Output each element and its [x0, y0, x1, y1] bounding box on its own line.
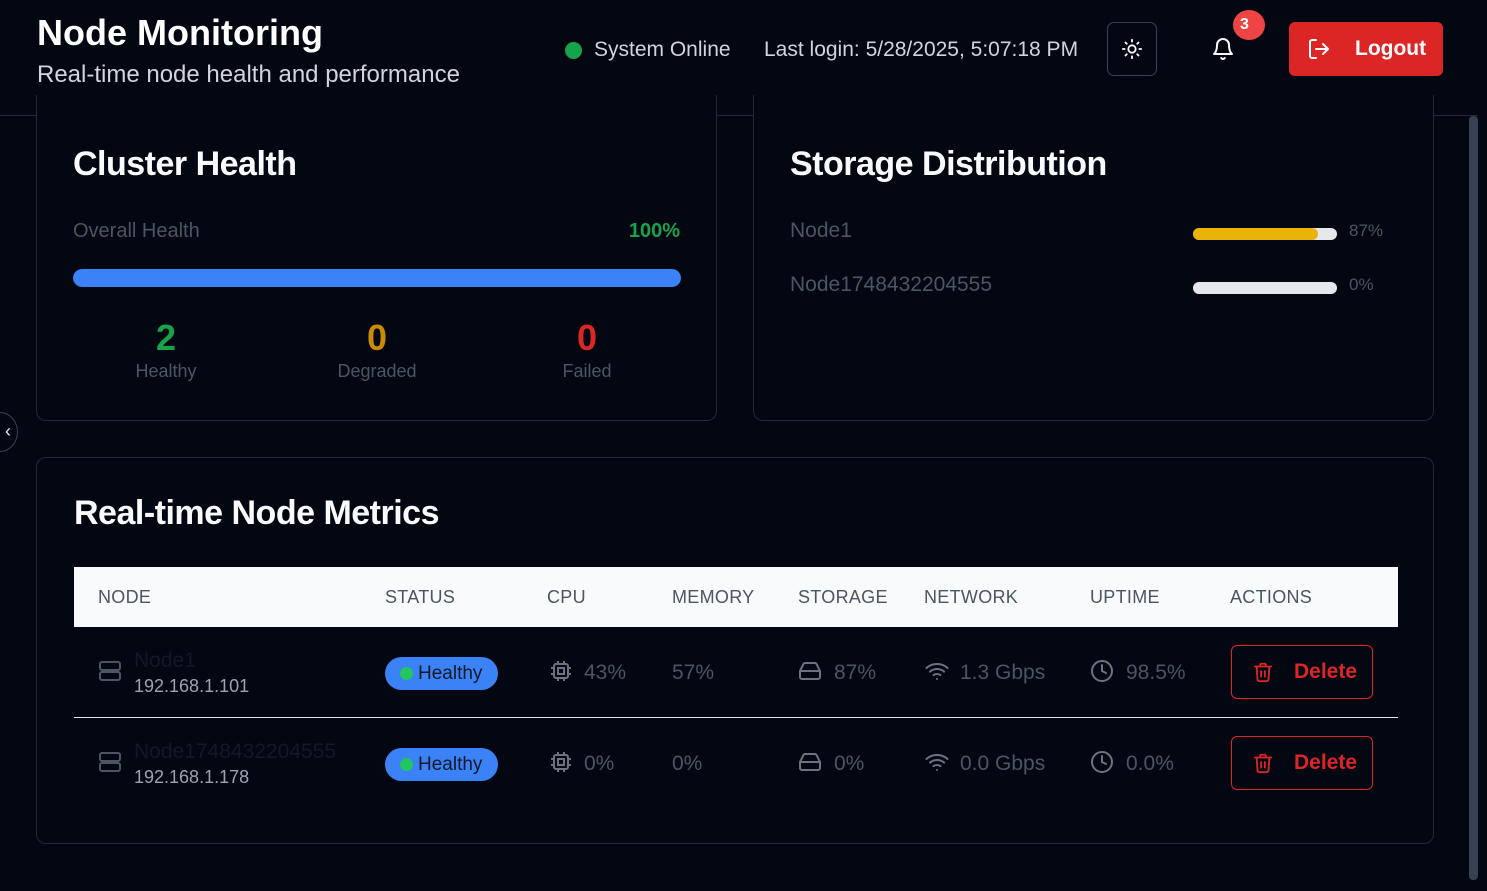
- theme-toggle-button[interactable]: [1107, 22, 1157, 76]
- healthy-stat: 2 Healthy: [96, 317, 236, 382]
- delete-node-button[interactable]: Delete: [1231, 645, 1373, 699]
- uptime-value: 0.0%: [1126, 752, 1174, 775]
- table-row: Node1748432204555 192.168.1.178 Healthy …: [74, 718, 1398, 809]
- last-login-text: Last login: 5/28/2025, 5:07:18 PM: [764, 38, 1079, 61]
- node-ip: 192.168.1.101: [134, 676, 250, 696]
- network-value: 0.0 Gbps: [960, 752, 1046, 775]
- column-header-memory: MEMORY: [672, 587, 755, 607]
- column-header-actions: ACTIONS: [1230, 587, 1313, 607]
- storage-bar-fill: [1193, 228, 1319, 240]
- overall-health-label: Overall Health: [73, 220, 200, 242]
- storage-distribution-card: Storage Distribution Node1 87% Node17484…: [753, 95, 1434, 421]
- logout-label: Logout: [1355, 37, 1427, 60]
- status-badge: Healthy: [385, 657, 499, 690]
- failed-label: Failed: [562, 361, 612, 381]
- hard-drive-icon: [799, 662, 821, 680]
- degraded-label: Degraded: [337, 361, 417, 381]
- page-scrollbar[interactable]: [1469, 116, 1478, 880]
- column-header-cpu: CPU: [547, 587, 586, 607]
- cluster-health-card: Cluster Health Overall Health 100% 2 Hea…: [36, 95, 717, 421]
- node-name: Node1: [134, 649, 196, 672]
- storage-row: Node1 87%: [790, 219, 1390, 249]
- logout-button[interactable]: Logout: [1289, 22, 1443, 76]
- sidebar-collapse-toggle[interactable]: ‹: [0, 412, 18, 452]
- overall-health-bar: [73, 269, 681, 287]
- memory-value: 57%: [672, 661, 715, 684]
- cpu-icon: [551, 661, 571, 681]
- status-dot: [400, 758, 413, 771]
- bell-icon: [1213, 38, 1233, 60]
- storage-bar: [1193, 228, 1337, 240]
- wifi-icon: [925, 754, 949, 771]
- logout-icon: [1309, 39, 1329, 59]
- cpu-icon: [551, 752, 571, 772]
- network-value: 1.3 Gbps: [960, 661, 1046, 684]
- sun-icon: [1121, 38, 1143, 60]
- node-ip: 192.168.1.178: [134, 767, 250, 787]
- storage-distribution-title: Storage Distribution: [790, 145, 1107, 183]
- metrics-table-header: NODE STATUS CPU MEMORY STORAGE NETWORK U…: [74, 567, 1398, 627]
- status-online-dot: [565, 41, 582, 59]
- status-badge: Healthy: [385, 748, 499, 781]
- healthy-count: 2: [155, 317, 177, 358]
- node-metrics-title: Real-time Node Metrics: [74, 494, 440, 532]
- storage-row: Node1748432204555 0%: [790, 273, 1390, 303]
- delete-label: Delete: [1294, 660, 1358, 683]
- uptime-value: 98.5%: [1126, 661, 1186, 684]
- clock-icon: [1091, 751, 1113, 773]
- server-icon: [99, 661, 121, 681]
- node-metrics-card: Real-time Node Metrics NODE STATUS CPU M…: [36, 457, 1434, 844]
- server-icon: [99, 752, 121, 772]
- cpu-value: 43%: [584, 661, 627, 684]
- overall-health-value: 100%: [628, 220, 680, 242]
- cpu-value: 0%: [584, 752, 615, 775]
- storage-bar: [1193, 282, 1337, 294]
- trash-icon: [1253, 753, 1273, 774]
- storage-percent: 87%: [1349, 221, 1384, 240]
- delete-node-button[interactable]: Delete: [1231, 736, 1373, 790]
- wifi-icon: [925, 663, 949, 680]
- hard-drive-icon: [799, 753, 821, 771]
- storage-node-name: Node1: [790, 219, 852, 242]
- storage-value: 87%: [834, 661, 877, 684]
- clock-icon: [1091, 660, 1113, 682]
- storage-percent: 0%: [1349, 275, 1374, 294]
- app-title: Node Monitoring: [37, 12, 323, 53]
- degraded-stat: 0 Degraded: [307, 317, 447, 382]
- cluster-health-title: Cluster Health: [73, 145, 297, 183]
- notification-count-badge: 3: [1233, 10, 1265, 40]
- memory-value: 0%: [672, 752, 703, 775]
- delete-label: Delete: [1294, 751, 1358, 774]
- trash-icon: [1253, 662, 1273, 683]
- failed-stat: 0 Failed: [517, 317, 657, 382]
- overall-health-bar-fill: [73, 269, 681, 287]
- status-badge-label: Healthy: [418, 663, 483, 684]
- failed-count: 0: [576, 317, 598, 358]
- status-badge-label: Healthy: [418, 754, 483, 775]
- status-dot: [400, 667, 413, 680]
- chevron-left-icon: ‹: [5, 421, 11, 441]
- node-name: Node1748432204555: [134, 740, 337, 763]
- column-header-status: STATUS: [385, 587, 456, 607]
- column-header-network: NETWORK: [924, 587, 1019, 607]
- system-status: System Online: [565, 38, 731, 62]
- healthy-label: Healthy: [135, 361, 197, 381]
- column-header-uptime: UPTIME: [1090, 587, 1160, 607]
- system-status-text: System Online: [594, 38, 731, 61]
- table-row: Node1 192.168.1.101 Healthy 43% 57% 87% …: [74, 627, 1398, 718]
- app-subtitle: Real-time node health and performance: [37, 61, 460, 88]
- storage-node-name: Node1748432204555: [790, 273, 993, 296]
- column-header-storage: STORAGE: [798, 587, 888, 607]
- storage-value: 0%: [834, 752, 865, 775]
- column-header-node: NODE: [98, 587, 152, 607]
- degraded-count: 0: [366, 317, 388, 358]
